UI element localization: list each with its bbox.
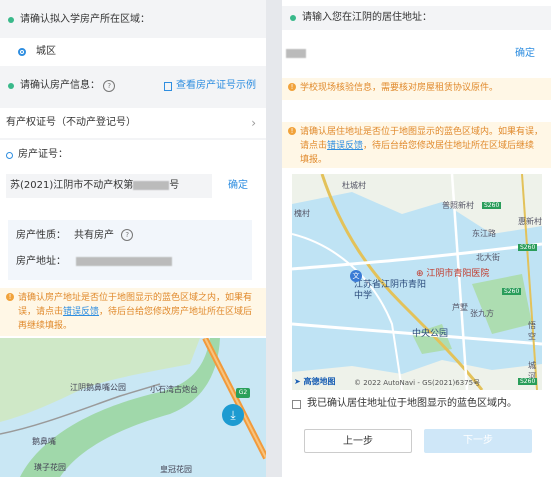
map-label: 杜城村 [342,181,366,190]
redacted-address [286,48,306,58]
highway-shield-icon: G2 [236,388,250,398]
view-example-link[interactable]: 查看房产证号示例 [164,74,256,99]
verify-notice-banner: ! 学校现场核验信息，需要核对房屋租赁协议原件。 [282,78,551,100]
map-copyright: © 2022 AutoNavi - GS(2021)6375号 [354,379,481,387]
property-detail-box: 房产性质： 共有房产 ? 房产地址： [8,220,252,280]
search-icon [6,151,13,159]
school-icon: 文 [350,270,362,282]
school-label: 江苏省江阴市青阳中学 [354,280,427,301]
next-step-button[interactable]: 下一步 [424,429,532,453]
right-panel: 请输入您在江阴的居住地址： 确定 ! 学校现场核验信息，需要核对房屋租赁协议原件… [282,0,551,477]
radio-selected-icon[interactable] [18,48,26,56]
road-shield-icon: S260 [518,378,538,385]
amap-logo-icon: ➤ [294,377,301,386]
map-label: 东江路 [472,229,496,238]
map-label: 张九方 [470,309,494,318]
hospital-icon: ⊕ [416,269,424,279]
help-icon[interactable]: ? [103,80,116,92]
map-label: 鹅鼻嘴 [32,437,56,446]
address-input-row[interactable]: 确定 [282,36,551,72]
property-address-row: 房产地址： [16,254,172,270]
map-label: 普照新村 [442,201,474,210]
road-shield-icon: S260 [502,288,522,295]
left-panel: 请确认拟入学房产所在区域： 城区 请确认房产信息： ? 查看房产证号示例 有产权… [0,0,266,477]
warning-icon: ! [288,83,296,91]
district-option-row[interactable]: 城区 [0,38,266,66]
warning-icon: ! [6,293,14,301]
cert-type-select[interactable]: 有产权证号（不动产登记号） › [0,108,266,138]
green-dot-icon [8,17,14,23]
cert-confirm-button[interactable]: 确定 [228,174,248,198]
error-feedback-link[interactable]: 错误反馈 [327,141,363,151]
prev-step-button[interactable]: 上一步 [304,429,412,453]
warning-icon: ! [288,127,296,135]
green-dot-icon [290,15,296,21]
address-prompt-label: 请输入您在江阴的居住地址： [282,6,551,30]
property-info-label: 请确认房产信息： ? 查看房产证号示例 [0,74,266,98]
district-section-label: 请确认拟入学房产所在区域： [0,8,266,32]
document-icon [164,81,172,91]
map-label: 悟空 [528,321,536,341]
map-logo: ➤ 高德地图 [294,377,336,386]
map-label: 槐村 [294,209,310,218]
map-label: 江阴鹅鼻嘴公园 [70,383,126,392]
road-shield-icon: S260 [482,202,502,209]
property-nature-row: 房产性质： 共有房产 ? [16,228,134,244]
map-label: 璜子花园 [34,463,66,472]
download-icon[interactable]: ⤓ [222,404,244,426]
map-label: 北大街 [476,253,500,262]
address-confirm-button[interactable]: 确定 [515,36,535,72]
property-map[interactable]: 江阴鹅鼻嘴公园 小石湾古炮台 鹅鼻嘴 璜子花园 皇冠花园 G2 ⤓ [0,338,266,477]
redacted-value [133,180,170,190]
cert-no-label: 房产证号： [6,146,68,164]
confirm-checkbox-row[interactable]: 我已确认居住地址位于地图显示的蓝色区域内。 [282,396,551,412]
residence-map[interactable]: 杜城村 普照新村 惠新村 东江路 北大街 槐村 ⊕ 江阴市青阳医院 江苏省江阴市… [292,174,542,390]
road-shield-icon: S260 [518,244,538,251]
map-label: 皇冠花园 [160,465,192,474]
error-feedback-link[interactable]: 错误反馈 [63,307,99,317]
checkbox-icon[interactable] [292,399,301,409]
residence-warning-banner: ! 请确认居住地址是否位于地图显示的蓝色区域内。如果有误，请点击错误反馈，待后台… [282,122,551,168]
chevron-right-icon: › [251,116,256,130]
property-warning-banner: ! 请确认房产地址是否位于地图显示的蓝色区域之内，如果有误，请点击错误反馈，待后… [0,288,266,336]
map-label: 惠新村 [518,217,542,226]
help-icon[interactable]: ? [121,229,134,241]
panel-divider [266,0,282,477]
redacted-address [76,256,172,266]
map-label: 中央公园 [412,329,449,339]
map-label: 芦墅 [452,303,468,312]
hospital-label: ⊕ 江阴市青阳医院 [416,269,490,279]
green-dot-icon [8,83,14,89]
cert-no-input[interactable]: 苏(2021)江阴市不动产权第号 [6,174,212,198]
map-label: 小石湾古炮台 [150,385,198,394]
